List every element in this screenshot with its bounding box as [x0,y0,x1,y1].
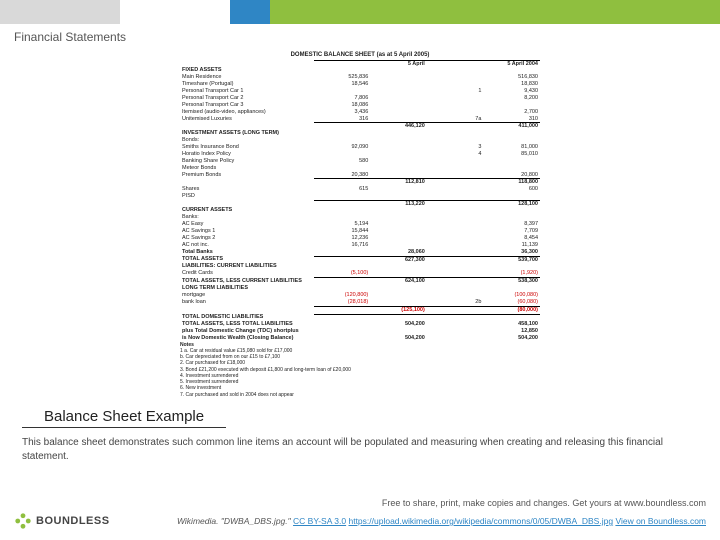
figure-caption-body: This balance sheet demonstrates such com… [0,428,720,464]
view-link[interactable]: View on Boundless.com [615,516,706,526]
brand-name: BOUNDLESS [36,515,110,527]
accent-seg-green [270,0,720,24]
attribution-text: Wikimedia. "DWBA_DBS.jpg." CC BY-SA 3.0 … [116,516,706,526]
accent-seg-grey [0,0,120,24]
accent-seg-white [120,0,230,24]
footer-share-text: Free to share, print, make copies and ch… [14,498,706,508]
balance-sheet-figure: DOMESTIC BALANCE SHEET (as at 5 April 20… [180,52,540,398]
balance-sheet-notes: Notes1 a. Car at residual value £15,080 … [180,342,540,398]
attr-prefix: Wikimedia. [177,516,219,526]
flower-icon [14,512,32,530]
accent-bar [0,0,720,24]
balance-sheet-title: DOMESTIC BALANCE SHEET (as at 5 April 20… [180,52,540,60]
attr-quote: "DWBA_DBS.jpg." [221,516,291,526]
license-link[interactable]: CC BY-SA 3.0 [293,516,346,526]
source-link[interactable]: https://upload.wikimedia.org/wikipedia/c… [348,516,613,526]
footer: Free to share, print, make copies and ch… [0,490,720,540]
figure-caption-title: Balance Sheet Example [22,402,226,428]
section-title: Financial Statements [0,24,720,52]
brand-logo: BOUNDLESS [14,512,110,530]
accent-seg-blue [230,0,270,24]
balance-sheet-table: 5 April5 April 2004FIXED ASSETSMain Resi… [180,60,540,342]
